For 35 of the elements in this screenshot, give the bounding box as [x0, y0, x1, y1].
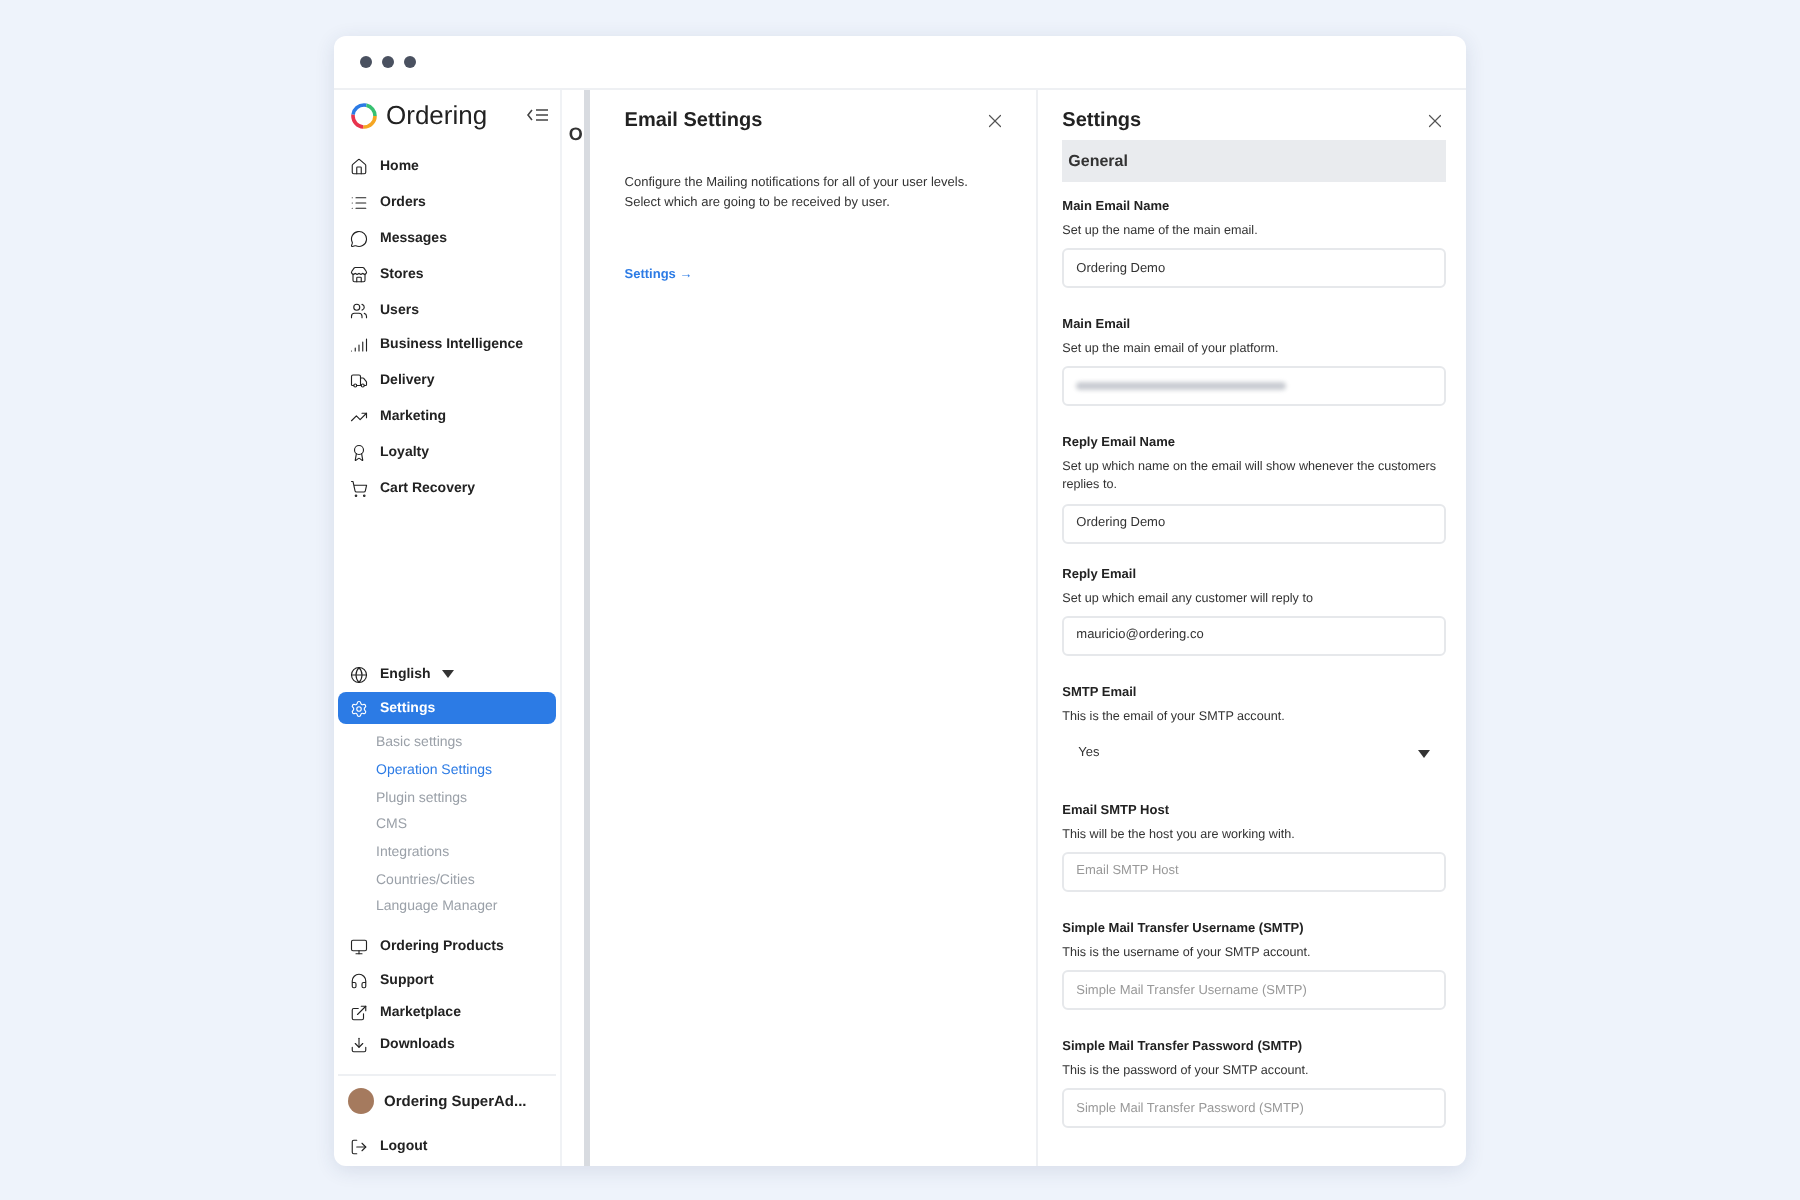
brand-name: Ordering [386, 100, 490, 130]
monitor-icon [350, 938, 368, 957]
users-icon [350, 301, 368, 320]
list-icon [350, 194, 368, 213]
chat-bubble-icon [350, 229, 368, 248]
award-icon [350, 443, 368, 462]
line-chart-icon [350, 407, 368, 426]
store-icon [350, 265, 368, 284]
settings-icon [350, 699, 368, 717]
external-link-icon [350, 1004, 368, 1023]
headphones-icon [350, 971, 368, 990]
bar-chart-icon [350, 336, 368, 355]
close-button[interactable] [984, 110, 1007, 132]
close-icon [984, 110, 1007, 132]
download-icon [350, 1036, 368, 1055]
cart-icon [350, 479, 368, 498]
truck-icon [350, 372, 368, 391]
logo-icon [350, 101, 378, 129]
caret-icon [442, 670, 455, 679]
close-button[interactable] [1424, 110, 1447, 132]
window-dot [360, 56, 372, 68]
logout-icon [350, 1137, 368, 1155]
window-dot [404, 56, 416, 68]
panel-title: Email Settings [624, 110, 763, 132]
caret-icon [1418, 749, 1431, 758]
page-title: O [568, 124, 583, 144]
section-header: General [1062, 140, 1447, 182]
text-input[interactable] [1062, 366, 1447, 407]
avatar [348, 1088, 374, 1114]
globe-icon [350, 665, 368, 684]
panel-title: Settings [1062, 110, 1142, 132]
home-icon [350, 158, 368, 177]
close-icon [1424, 110, 1447, 132]
collapse-menu-icon[interactable] [526, 108, 549, 122]
window-dot [382, 56, 394, 68]
